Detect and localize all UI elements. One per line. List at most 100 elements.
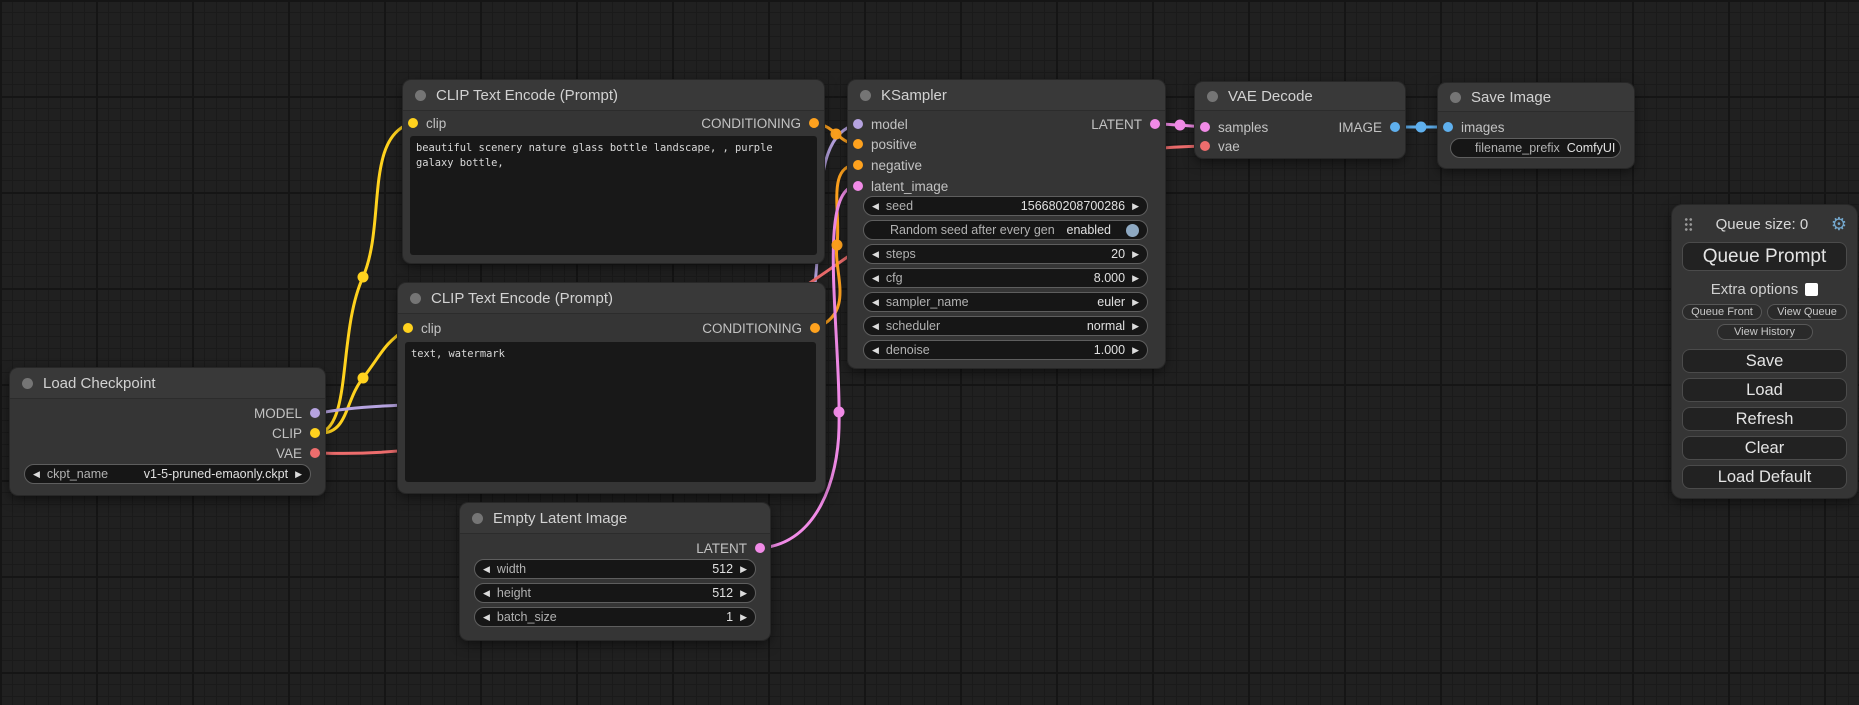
node-collapse-dot[interactable] (1450, 92, 1461, 103)
node-ksampler[interactable]: KSampler model LATENT positive negative … (848, 80, 1165, 368)
decrement-arrow-icon[interactable]: ◀ (872, 298, 879, 307)
negative-prompt-textarea[interactable]: text, watermark (405, 342, 816, 482)
output-port-conditioning[interactable]: CONDITIONING (701, 113, 819, 133)
node-clip-text-encode-negative[interactable]: CLIP Text Encode (Prompt) clip CONDITION… (398, 283, 825, 493)
latent-port-icon[interactable] (853, 181, 863, 191)
node-vae-decode[interactable]: VAE Decode samples IMAGE vae (1195, 82, 1405, 158)
image-port-icon[interactable] (1443, 122, 1453, 132)
node-collapse-dot[interactable] (415, 90, 426, 101)
node-save-image[interactable]: Save Image images filename_prefix ComfyU… (1438, 83, 1634, 168)
node-titlebar[interactable]: Load Checkpoint (10, 368, 325, 399)
queue-prompt-button[interactable]: Queue Prompt (1682, 242, 1847, 271)
widget-sampler-name[interactable]: ◀ sampler_name euler ▶ (863, 292, 1148, 312)
increment-arrow-icon[interactable]: ▶ (1132, 322, 1139, 331)
output-port-latent[interactable]: LATENT (1091, 114, 1160, 134)
drag-handle-icon[interactable] (1684, 217, 1693, 232)
latent-port-icon[interactable] (755, 543, 765, 553)
increment-arrow-icon[interactable]: ▶ (295, 470, 302, 479)
increment-arrow-icon[interactable]: ▶ (1132, 346, 1139, 355)
decrement-arrow-icon[interactable]: ◀ (872, 322, 879, 331)
vae-port-icon[interactable] (1200, 141, 1210, 151)
increment-arrow-icon[interactable]: ▶ (740, 589, 747, 598)
input-port-clip[interactable]: clip (403, 318, 441, 338)
conditioning-port-icon[interactable] (853, 160, 863, 170)
save-button[interactable]: Save (1682, 349, 1847, 373)
node-clip-text-encode-positive[interactable]: CLIP Text Encode (Prompt) clip CONDITION… (403, 80, 824, 263)
widget-height[interactable]: ◀ height 512 ▶ (474, 583, 756, 603)
node-titlebar[interactable]: Empty Latent Image (460, 503, 770, 534)
clear-button[interactable]: Clear (1682, 436, 1847, 460)
increment-arrow-icon[interactable]: ▶ (740, 565, 747, 574)
input-port-clip[interactable]: clip (408, 113, 446, 133)
node-collapse-dot[interactable] (410, 293, 421, 304)
clip-port-icon[interactable] (408, 118, 418, 128)
node-load-checkpoint[interactable]: Load Checkpoint MODEL CLIP VAE ◀ ckpt_na… (10, 368, 325, 495)
increment-arrow-icon[interactable]: ▶ (740, 613, 747, 622)
node-collapse-dot[interactable] (1207, 91, 1218, 102)
increment-arrow-icon[interactable]: ▶ (1132, 274, 1139, 283)
widget-width[interactable]: ◀ width 512 ▶ (474, 559, 756, 579)
output-port-image[interactable]: IMAGE (1338, 117, 1400, 137)
input-port-negative[interactable]: negative (853, 155, 922, 175)
node-collapse-dot[interactable] (22, 378, 33, 389)
input-port-images[interactable]: images (1443, 117, 1505, 137)
queue-front-button[interactable]: Queue Front (1682, 304, 1762, 320)
input-port-latent-image[interactable]: latent_image (853, 176, 948, 196)
output-port-clip[interactable]: CLIP (272, 423, 320, 443)
increment-arrow-icon[interactable]: ▶ (1132, 250, 1139, 259)
node-titlebar[interactable]: Save Image (1438, 83, 1634, 112)
node-titlebar[interactable]: CLIP Text Encode (Prompt) (398, 283, 825, 314)
increment-arrow-icon[interactable]: ▶ (1132, 298, 1139, 307)
widget-scheduler[interactable]: ◀ scheduler normal ▶ (863, 316, 1148, 336)
load-button[interactable]: Load (1682, 378, 1847, 402)
decrement-arrow-icon[interactable]: ◀ (483, 613, 490, 622)
widget-steps[interactable]: ◀ steps 20 ▶ (863, 244, 1148, 264)
widget-denoise[interactable]: ◀ denoise 1.000 ▶ (863, 340, 1148, 360)
model-port-icon[interactable] (853, 119, 863, 129)
increment-arrow-icon[interactable]: ▶ (1132, 202, 1139, 211)
latent-port-icon[interactable] (1200, 122, 1210, 132)
view-queue-button[interactable]: View Queue (1767, 304, 1847, 320)
decrement-arrow-icon[interactable]: ◀ (872, 346, 879, 355)
decrement-arrow-icon[interactable]: ◀ (872, 202, 879, 211)
widget-seed[interactable]: ◀ seed 156680208700286 ▶ (863, 196, 1148, 216)
load-default-button[interactable]: Load Default (1682, 465, 1847, 489)
widget-filename-prefix[interactable]: filename_prefix ComfyUI (1450, 138, 1621, 158)
decrement-arrow-icon[interactable]: ◀ (872, 250, 879, 259)
decrement-arrow-icon[interactable]: ◀ (483, 589, 490, 598)
vae-port-icon[interactable] (310, 448, 320, 458)
conditioning-port-icon[interactable] (810, 323, 820, 333)
latent-port-icon[interactable] (1150, 119, 1160, 129)
output-port-vae[interactable]: VAE (276, 443, 320, 463)
node-titlebar[interactable]: VAE Decode (1195, 82, 1405, 111)
conditioning-port-icon[interactable] (809, 118, 819, 128)
node-collapse-dot[interactable] (860, 90, 871, 101)
node-collapse-dot[interactable] (472, 513, 483, 524)
decrement-arrow-icon[interactable]: ◀ (872, 274, 879, 283)
output-port-model[interactable]: MODEL (254, 403, 320, 423)
clip-port-icon[interactable] (310, 428, 320, 438)
input-port-vae[interactable]: vae (1200, 136, 1240, 156)
widget-batch-size[interactable]: ◀ batch_size 1 ▶ (474, 607, 756, 627)
view-history-button[interactable]: View History (1717, 324, 1813, 340)
widget-cfg[interactable]: ◀ cfg 8.000 ▶ (863, 268, 1148, 288)
widget-random-seed-toggle[interactable]: Random seed after every gen enabled (863, 220, 1148, 240)
clip-port-icon[interactable] (403, 323, 413, 333)
refresh-button[interactable]: Refresh (1682, 407, 1847, 431)
model-port-icon[interactable] (310, 408, 320, 418)
conditioning-port-icon[interactable] (853, 139, 863, 149)
node-titlebar[interactable]: KSampler (848, 80, 1165, 111)
node-graph-canvas[interactable]: Load Checkpoint MODEL CLIP VAE ◀ ckpt_na… (0, 0, 1859, 705)
image-port-icon[interactable] (1390, 122, 1400, 132)
node-empty-latent-image[interactable]: Empty Latent Image LATENT ◀ width 512 ▶ … (460, 503, 770, 640)
output-port-latent[interactable]: LATENT (696, 538, 765, 558)
widget-ckpt-name[interactable]: ◀ ckpt_name v1-5-pruned-emaonly.ckpt ▶ (24, 464, 311, 484)
output-port-conditioning[interactable]: CONDITIONING (702, 318, 820, 338)
decrement-arrow-icon[interactable]: ◀ (483, 565, 490, 574)
extra-options-checkbox[interactable] (1805, 283, 1818, 296)
node-titlebar[interactable]: CLIP Text Encode (Prompt) (403, 80, 824, 111)
decrement-arrow-icon[interactable]: ◀ (33, 470, 40, 479)
input-port-samples[interactable]: samples (1200, 117, 1268, 137)
input-port-model[interactable]: model (853, 114, 908, 134)
toggle-enabled-icon[interactable] (1126, 224, 1139, 237)
